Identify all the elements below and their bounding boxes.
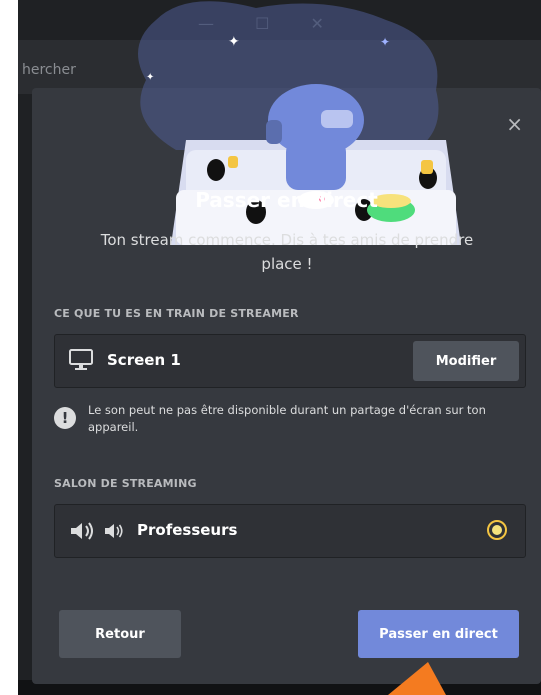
go-live-button[interactable]: Passer en direct <box>358 610 519 658</box>
streaming-channel-selector[interactable]: Professeurs <box>54 504 526 558</box>
go-live-modal: ✦ ✦ ✦ × Passer en direct Ton stream comm… <box>32 1 541 684</box>
close-icon[interactable]: × <box>506 112 523 136</box>
source-name: Screen 1 <box>107 351 181 369</box>
warning-text: Le son peut ne pas être disponible duran… <box>88 403 486 434</box>
stream-source-selector: Screen 1 Modifier <box>54 334 526 388</box>
voice-channel-icon <box>71 522 93 540</box>
orange-arrow-cursor-icon <box>388 662 446 695</box>
svg-text:✦: ✦ <box>380 35 390 49</box>
source-section-label: CE QUE TU ES EN TRAIN DE STREAMER <box>54 307 299 320</box>
svg-text:✦: ✦ <box>146 72 154 83</box>
modal-subtitle: Ton stream commence. Dis à tes amis de p… <box>100 231 474 273</box>
speaker-icon <box>105 524 123 538</box>
server-icon <box>487 520 507 540</box>
monitor-icon <box>69 349 93 370</box>
channel-name: Professeurs <box>137 521 238 539</box>
modal-title: Passer en direct <box>195 188 378 212</box>
back-button[interactable]: Retour <box>59 610 181 658</box>
svg-text:✦: ✦ <box>228 34 240 50</box>
modify-button[interactable]: Modifier <box>413 341 519 381</box>
channel-section-label: SALON DE STREAMING <box>54 477 197 490</box>
warning-icon: ! <box>54 407 76 429</box>
background-search-input: hercher <box>22 62 76 78</box>
